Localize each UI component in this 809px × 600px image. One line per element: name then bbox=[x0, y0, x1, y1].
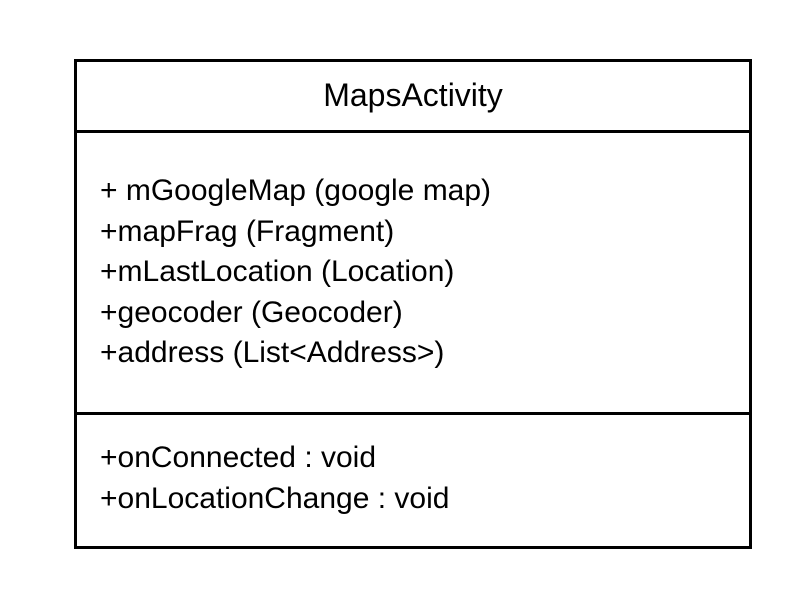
attributes-compartment: + mGoogleMap (google map) +mapFrag (Frag… bbox=[77, 133, 749, 415]
attribute-m-last-location: +mLastLocation (Location) bbox=[100, 255, 455, 288]
uml-class-box[interactable]: MapsActivity + mGoogleMap (google map) +… bbox=[74, 59, 752, 549]
methods-compartment: +onConnected : void +onLocationChange : … bbox=[77, 415, 749, 549]
class-name: MapsActivity bbox=[323, 77, 503, 113]
class-name-compartment: MapsActivity bbox=[77, 62, 749, 133]
attribute-m-google-map: + mGoogleMap (google map) bbox=[100, 174, 492, 207]
method-on-connected: +onConnected : void bbox=[100, 441, 377, 474]
attribute-geocoder: +geocoder (Geocoder) bbox=[100, 295, 403, 329]
attribute-map-frag: +mapFrag (Fragment) bbox=[100, 214, 395, 248]
attribute-address: +address (List<Address>) bbox=[100, 336, 445, 369]
method-on-location-change: +onLocationChange : void bbox=[100, 481, 450, 515]
